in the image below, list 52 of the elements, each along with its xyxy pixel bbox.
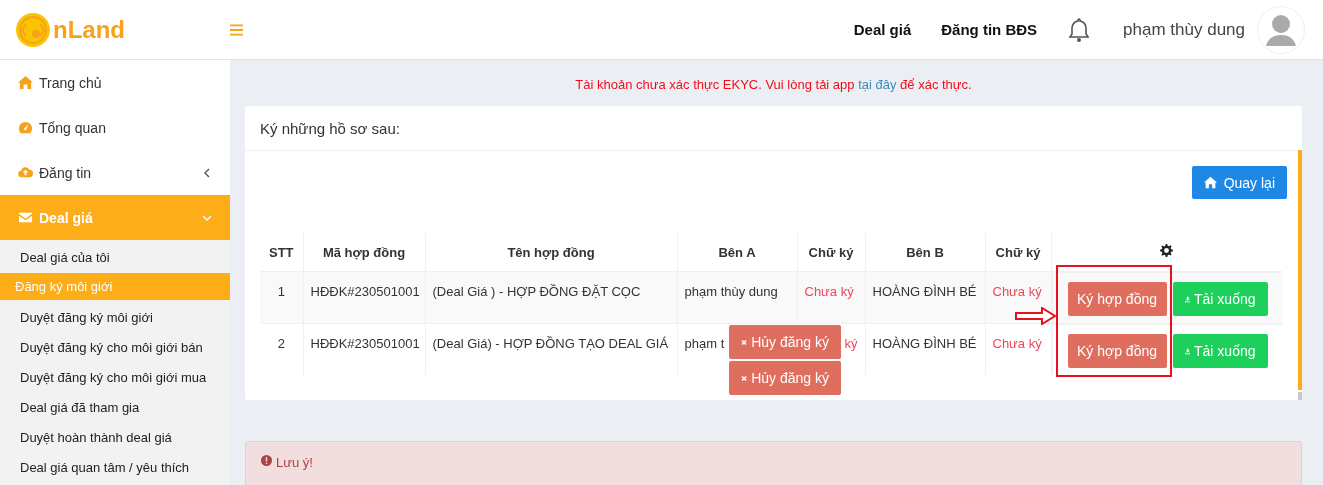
submenu-item[interactable]: Deal giá đã tham gia [0,393,230,423]
back-button[interactable]: Quay lại [1191,166,1287,199]
submenu-item[interactable]: Deal giá quan tâm / yêu thích [0,453,230,483]
column-header: Mã hợp đồng [303,233,425,272]
nav-link[interactable]: Deal giá [853,21,912,38]
table-cell: HĐĐK#230501001 [303,323,425,375]
home-icon [1203,176,1217,189]
chevron-left-icon [202,167,212,178]
column-header: STT [260,233,303,272]
settings-icon [1160,244,1174,257]
user-name[interactable]: phạm thùy dung [1123,19,1245,40]
avatar-icon[interactable] [1257,5,1305,54]
column-header: Bên A [677,233,797,272]
submenu-item[interactable]: Duyệt đăng ký cho môi giới bán [0,333,230,363]
menu-icon[interactable] [230,23,243,36]
scrollbar-track [1298,392,1302,400]
table-cell: phạm thùy dung [677,271,797,324]
column-header: Chữ ký [797,233,865,272]
sidebar-item[interactable]: Đăng tin [0,150,230,195]
table-cell: (Deal Giá ) - HỢP ĐỒNG ĐẶT CỌC [425,271,677,324]
gauge-icon [18,120,33,135]
alert-title: Lưu ý! [276,455,313,470]
cloud-upload-icon [18,165,33,180]
signature-status: ký [844,336,858,351]
column-header: Tên hợp đồng [425,233,677,272]
sidebar-item[interactable]: Tổng quan [0,105,230,150]
column-header: Bên B [865,233,985,272]
home-icon [18,75,33,90]
coin-logo-icon [15,11,51,48]
table-cell: HOÀNG ĐÌNH BÉ [865,323,985,375]
nav-link[interactable]: Đăng tin BĐS [941,21,1038,38]
logo-text: nLand [53,15,125,44]
signature-status: Chưa ký [992,284,1042,299]
table-cell: 2 [260,323,303,375]
submenu-item[interactable]: Duyệt đăng ký môi giới [0,303,230,333]
card-title: Ký những hồ sơ sau: [260,119,400,137]
sidebar-item[interactable]: Trang chủ [0,60,230,105]
table-cell: HOÀNG ĐÌNH BÉ [865,271,985,324]
signature-status: Chưa ký [804,284,854,299]
bell-icon[interactable] [1067,16,1092,43]
submenu-item[interactable]: Deal giá của tôi [0,243,230,273]
submenu-item[interactable]: Duyệt hoàn thành deal giá [0,423,230,453]
table-cell: HĐĐK#230501001 [303,271,425,324]
envelope-icon [18,210,33,225]
exclamation-icon [261,455,272,466]
verification-notice: Tài khoản chưa xác thực EKYC. Vui lòng tải app tại đây để xác thực. [575,77,972,92]
submenu-item[interactable]: Duyệt đăng ký cho môi giới mua [0,363,230,393]
signature-status: Chưa ký [992,336,1042,351]
table-cell: 1 [260,271,303,324]
scrollbar-thumb[interactable] [1298,150,1302,390]
column-header: Chữ ký [985,233,1051,272]
table-cell: (Deal Giá) - HỢP ĐỒNG TẠO DEAL GIÁ [425,323,677,375]
